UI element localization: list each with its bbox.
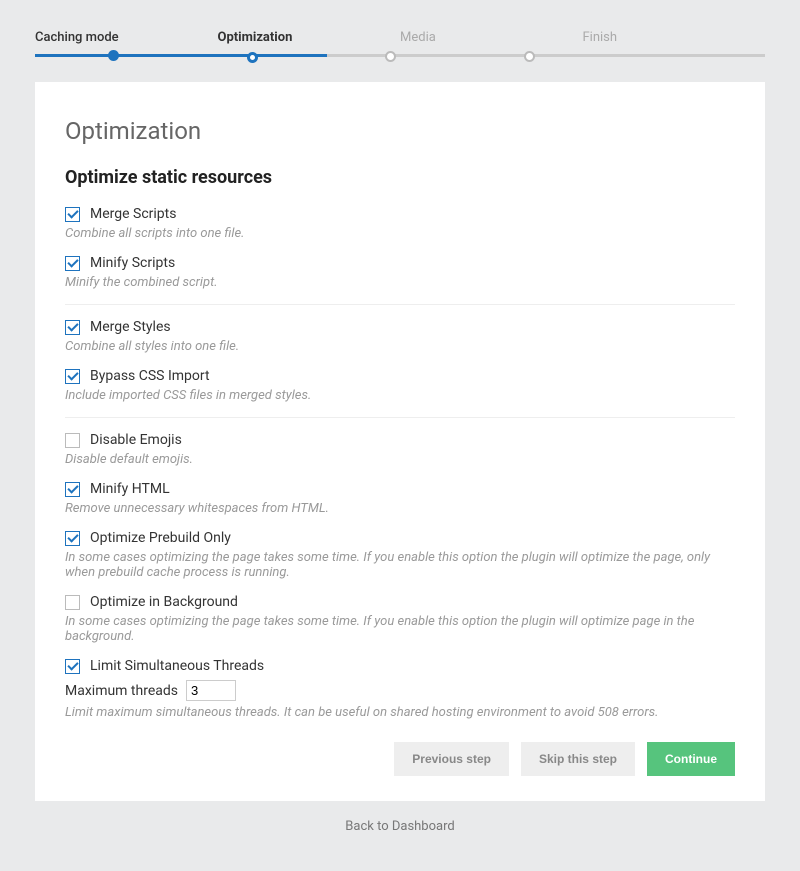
option-desc: Combine all scripts into one file. bbox=[65, 226, 735, 241]
checkbox-limit-threads[interactable] bbox=[65, 659, 80, 674]
separator bbox=[65, 417, 735, 418]
option-label: Minify Scripts bbox=[90, 255, 175, 271]
option-desc: In some cases optimizing the page takes … bbox=[65, 550, 735, 580]
option-desc: Combine all styles into one file. bbox=[65, 339, 735, 354]
separator bbox=[65, 304, 735, 305]
option-bypass-css-import: Bypass CSS Import Include imported CSS f… bbox=[65, 368, 735, 403]
option-limit-threads: Limit Simultaneous Threads Maximum threa… bbox=[65, 658, 735, 720]
step-label: Finish bbox=[583, 30, 766, 57]
option-optimize-in-background: Optimize in Background In some cases opt… bbox=[65, 594, 735, 644]
option-merge-scripts: Merge Scripts Combine all scripts into o… bbox=[65, 206, 735, 241]
step-label: Caching mode bbox=[35, 30, 218, 57]
checkbox-optimize-in-background[interactable] bbox=[65, 595, 80, 610]
checkbox-minify-scripts[interactable] bbox=[65, 256, 80, 271]
option-label: Merge Styles bbox=[90, 319, 171, 335]
option-minify-scripts: Minify Scripts Minify the combined scrip… bbox=[65, 255, 735, 290]
option-merge-styles: Merge Styles Combine all styles into one… bbox=[65, 319, 735, 354]
option-desc: Limit maximum simultaneous threads. It c… bbox=[65, 705, 735, 720]
max-threads-input[interactable] bbox=[186, 680, 236, 701]
step-dot-done bbox=[108, 50, 119, 61]
option-desc: In some cases optimizing the page takes … bbox=[65, 614, 735, 644]
wizard-actions: Previous step Skip this step Continue bbox=[65, 742, 735, 776]
step-caching-mode[interactable]: Caching mode bbox=[35, 30, 218, 57]
wizard-card: Optimization Optimize static resources M… bbox=[35, 82, 765, 801]
checkbox-minify-html[interactable] bbox=[65, 482, 80, 497]
page-title: Optimization bbox=[65, 117, 735, 145]
option-desc: Disable default emojis. bbox=[65, 452, 735, 467]
option-minify-html: Minify HTML Remove unnecessary whitespac… bbox=[65, 481, 735, 516]
step-label: Media bbox=[400, 30, 583, 57]
stepper-track-done bbox=[35, 54, 327, 57]
option-label: Minify HTML bbox=[90, 481, 170, 497]
checkbox-optimize-prebuild-only[interactable] bbox=[65, 531, 80, 546]
option-optimize-prebuild-only: Optimize Prebuild Only In some cases opt… bbox=[65, 530, 735, 580]
step-dot-pending bbox=[385, 51, 396, 62]
wizard-stepper: Caching mode Optimization Media Finish bbox=[35, 30, 765, 57]
option-desc: Include imported CSS files in merged sty… bbox=[65, 388, 735, 403]
checkbox-disable-emojis[interactable] bbox=[65, 433, 80, 448]
step-media[interactable]: Media bbox=[400, 30, 583, 57]
checkbox-bypass-css-import[interactable] bbox=[65, 369, 80, 384]
option-disable-emojis: Disable Emojis Disable default emojis. bbox=[65, 432, 735, 467]
step-label: Optimization bbox=[218, 30, 401, 57]
step-optimization[interactable]: Optimization bbox=[218, 30, 401, 57]
skip-step-button[interactable]: Skip this step bbox=[521, 742, 635, 776]
option-label: Merge Scripts bbox=[90, 206, 176, 222]
option-label: Bypass CSS Import bbox=[90, 368, 210, 384]
section-title: Optimize static resources bbox=[65, 167, 735, 188]
max-threads-label: Maximum threads bbox=[65, 683, 178, 699]
checkbox-merge-scripts[interactable] bbox=[65, 207, 80, 222]
step-dot-active bbox=[247, 52, 258, 63]
previous-step-button[interactable]: Previous step bbox=[394, 742, 509, 776]
step-finish[interactable]: Finish bbox=[583, 30, 766, 57]
continue-button[interactable]: Continue bbox=[647, 742, 735, 776]
option-desc: Remove unnecessary whitespaces from HTML… bbox=[65, 501, 735, 516]
wizard-page: Caching mode Optimization Media Finish O… bbox=[0, 0, 800, 854]
option-label: Disable Emojis bbox=[90, 432, 182, 448]
option-label: Optimize Prebuild Only bbox=[90, 530, 231, 546]
option-label: Limit Simultaneous Threads bbox=[90, 658, 264, 674]
checkbox-merge-styles[interactable] bbox=[65, 320, 80, 335]
option-desc: Minify the combined script. bbox=[65, 275, 735, 290]
step-dot-pending bbox=[524, 51, 535, 62]
option-label: Optimize in Background bbox=[90, 594, 238, 610]
back-to-dashboard-link[interactable]: Back to Dashboard bbox=[35, 819, 765, 834]
